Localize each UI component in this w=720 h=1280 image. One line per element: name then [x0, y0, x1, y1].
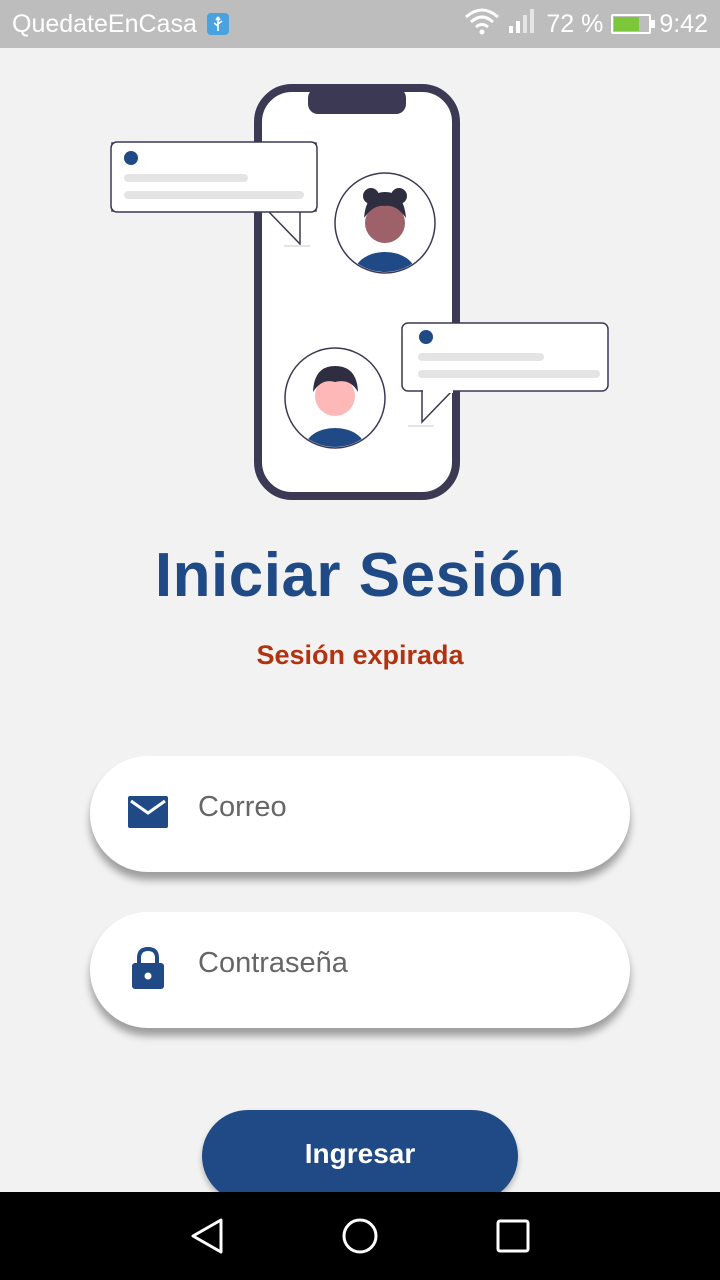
chat-illustration [100, 80, 620, 510]
status-bar: QuedateEnCasa 72 % 9:42 [0, 0, 720, 48]
battery-charging-icon [611, 14, 656, 34]
phone-chat-image [110, 84, 609, 500]
app-name: QuedateEnCasa [12, 9, 197, 38]
login-button[interactable]: Ingresar [202, 1110, 518, 1202]
recents-icon[interactable] [489, 1212, 537, 1260]
status-right: 72 % 9:42 [464, 7, 708, 42]
home-icon[interactable] [336, 1212, 384, 1260]
password-field[interactable] [90, 912, 630, 1028]
password-input[interactable] [196, 945, 580, 981]
battery-level [614, 17, 639, 31]
wifi-icon [464, 7, 500, 42]
session-expired-message: Sesión expirada [256, 640, 464, 670]
back-icon[interactable] [183, 1212, 231, 1260]
status-left: QuedateEnCasa [12, 10, 229, 39]
lock-icon [126, 946, 170, 990]
battery-percent: 72 % [546, 9, 604, 38]
navigation-bar [0, 1192, 720, 1280]
email-input[interactable] [196, 789, 580, 825]
mail-icon [126, 790, 170, 834]
email-field[interactable] [90, 756, 630, 872]
usb-icon [206, 13, 229, 35]
signal-icon [508, 8, 538, 41]
clock: 9:42 [659, 9, 708, 38]
page-title: Iniciar Sesión [154, 541, 566, 610]
